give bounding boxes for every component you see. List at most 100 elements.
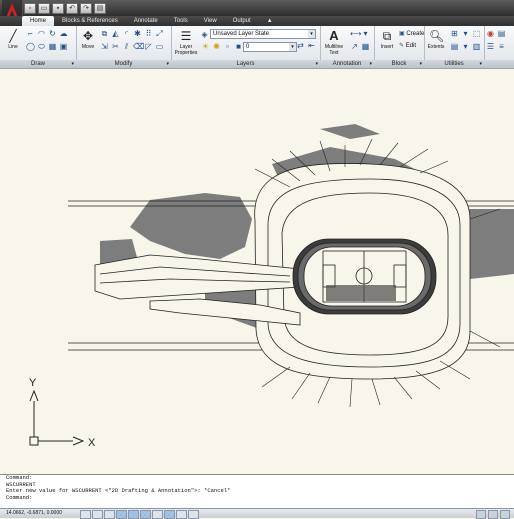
modify-panel-title[interactable]: Modify ▾ — [76, 60, 171, 68]
color-wheel-icon[interactable]: ◉ — [486, 29, 495, 38]
print-icon[interactable]: ▤ — [94, 3, 106, 14]
dyn-toggle-icon[interactable] — [164, 510, 175, 519]
lwt-toggle-icon[interactable] — [176, 510, 187, 519]
layer-properties-button[interactable]: ☰ Layer Properties — [172, 28, 200, 58]
new-icon[interactable]: ▫ — [24, 3, 36, 14]
layout-icon[interactable] — [488, 510, 498, 519]
properties-panel: ◉ ▤ ☰ ≡ — [484, 26, 514, 68]
ribbon: ╱ Line ⌐ ◠ ↻ ☁ ◯ ⬭ ▦ ▣ Draw ▾ ✥ Move ⧉ ◭ … — [0, 26, 514, 69]
color-swatch-icon[interactable]: ■ — [234, 42, 243, 51]
polar-toggle-icon[interactable] — [116, 510, 127, 519]
revcloud-icon[interactable]: ☁ — [59, 29, 68, 38]
sun-icon[interactable]: ✺ — [212, 42, 221, 51]
undo-icon[interactable]: ↶ — [66, 3, 78, 14]
mirror-icon[interactable]: ◭ — [111, 29, 120, 38]
ucs-y-label: Y — [29, 377, 37, 389]
fillet-icon[interactable]: ◜ — [122, 29, 131, 38]
region-icon[interactable]: ▣ — [59, 42, 68, 51]
drawing-canvas[interactable]: Y X — [0, 69, 514, 474]
annotation-panel-title[interactable]: Annotation ▾ — [320, 60, 374, 68]
layer-state-dropdown[interactable]: Unsaved Layer State ▾ — [210, 29, 316, 39]
match-layer-icon[interactable]: ⇄ — [296, 41, 305, 50]
layer-dropdown[interactable]: 0 ▾ — [243, 42, 297, 52]
tab-tools[interactable]: Tools — [166, 16, 196, 26]
dropdown-icon[interactable]: ▾ — [461, 42, 470, 51]
light-bulb-icon[interactable]: ☀ — [201, 42, 210, 51]
linetype-icon[interactable]: ☰ — [486, 42, 495, 51]
break-icon[interactable]: ▭ — [155, 42, 164, 51]
line-button[interactable]: ╱ Line — [1, 28, 25, 58]
redo-icon[interactable]: ↷ — [80, 3, 92, 14]
properties-panel-title — [484, 60, 514, 68]
chamfer-icon[interactable]: ◸ — [144, 42, 153, 51]
polyline-icon[interactable]: ⌐ — [26, 29, 35, 38]
stadium-bowl — [292, 238, 437, 315]
draw-panel-title[interactable]: Draw ▾ — [0, 60, 76, 68]
create-block-button[interactable]: ▣ Create — [399, 30, 424, 37]
text-icon: A — [329, 28, 339, 43]
layer-tools-icons: ⇄ ⇤ — [296, 41, 316, 50]
lock-icon[interactable]: ▫ — [223, 42, 232, 51]
paste-icon[interactable]: ▤ — [450, 42, 459, 51]
rotate-icon[interactable]: ↻ — [48, 29, 57, 38]
dropdown-icon[interactable]: ▾ — [461, 29, 470, 38]
tab-extra[interactable]: ▲ — [259, 16, 281, 26]
dimension-icon[interactable]: ⟷ — [350, 29, 361, 38]
osnap-toggle-icon[interactable] — [128, 510, 139, 519]
tab-home[interactable]: Home — [22, 16, 55, 26]
modify-panel: ✥ Move ⧉ ◭ ◜ ✱ ⠿ ⤢ ⇲ ✂ ⫽ ⌫ ◸ ▭ Modify ▾ — [76, 26, 172, 68]
insert-button[interactable]: ⧉ Insert — [375, 28, 399, 58]
stretch-icon[interactable]: ⇲ — [100, 42, 109, 51]
grid-toggle-icon[interactable] — [92, 510, 103, 519]
command-prompt[interactable]: Command: — [0, 494, 514, 502]
command-line[interactable]: Command: WSCURRENT Enter new value for W… — [0, 474, 514, 509]
tab-output[interactable]: Output — [225, 16, 259, 26]
layers-panel-title[interactable]: Layers ▾ — [171, 60, 320, 68]
dropdown-icon[interactable]: ▾ — [361, 29, 370, 38]
chevron-down-icon: ▾ — [308, 30, 315, 38]
trim-icon[interactable]: ✂ — [111, 42, 120, 51]
erase-icon[interactable]: ⌫ — [133, 42, 144, 51]
ortho-toggle-icon[interactable] — [104, 510, 115, 519]
circle-icon[interactable]: ◯ — [26, 42, 35, 51]
block-panel-title[interactable]: Block ▾ — [374, 60, 424, 68]
snap-toggle-icon[interactable] — [80, 510, 91, 519]
utilities-panel-title[interactable]: Utilities ▾ — [424, 60, 484, 68]
properties-row-1: ◉ ▤ — [486, 29, 506, 38]
select-icon[interactable]: ⬚ — [472, 29, 481, 38]
lineweight-icon[interactable]: ≡ — [497, 42, 506, 51]
leader-icon[interactable]: ↗ — [350, 42, 359, 51]
line-button-label: Line — [8, 44, 18, 50]
array-icon[interactable]: ⠿ — [144, 29, 153, 38]
layer-previous-icon[interactable]: ⇤ — [307, 41, 316, 50]
match-properties-icon[interactable]: ▤ — [497, 29, 506, 38]
measure-icon[interactable]: ⊞ — [450, 29, 459, 38]
scale-icon[interactable]: ⤢ — [155, 29, 164, 38]
tab-blocks-references[interactable]: Blocks & References — [54, 16, 126, 26]
otrack-toggle-icon[interactable] — [140, 510, 151, 519]
insert-block-icon: ⧉ — [382, 29, 392, 43]
layers-panel: ☰ Layer Properties ◈ Unsaved Layer State… — [171, 26, 321, 68]
edit-block-button[interactable]: ✎ Edit — [399, 42, 416, 49]
move-button[interactable]: ✥ Move — [76, 28, 100, 58]
hatch-icon[interactable]: ▦ — [48, 42, 57, 51]
offset-icon[interactable]: ⫽ — [122, 42, 131, 51]
ellipse-icon[interactable]: ⬭ — [37, 42, 46, 51]
layer-properties-label: Layer Properties — [174, 44, 198, 56]
tab-view[interactable]: View — [196, 16, 225, 26]
qp-toggle-icon[interactable] — [188, 510, 199, 519]
explode-icon[interactable]: ✱ — [133, 29, 142, 38]
tab-annotate[interactable]: Annotate — [126, 16, 166, 26]
zoom-extents-button[interactable]: 🔍︎ Extents — [424, 28, 448, 58]
open-icon[interactable]: ▭ — [38, 3, 50, 14]
ducs-toggle-icon[interactable] — [152, 510, 163, 519]
multiline-text-button[interactable]: A Multiline Text — [321, 28, 347, 58]
copy-icon[interactable]: ⧉ — [100, 29, 109, 38]
model-icon[interactable] — [476, 510, 486, 519]
modify-tools-row-1: ⧉ ◭ ◜ ✱ ⠿ ⤢ — [100, 29, 164, 38]
workspace-icon[interactable] — [500, 510, 510, 519]
arc-icon[interactable]: ◠ — [37, 29, 46, 38]
save-icon[interactable]: ▪ — [52, 3, 64, 14]
quick-calc-icon[interactable]: ▥ — [472, 42, 481, 51]
table-icon[interactable]: ▦ — [361, 42, 370, 51]
